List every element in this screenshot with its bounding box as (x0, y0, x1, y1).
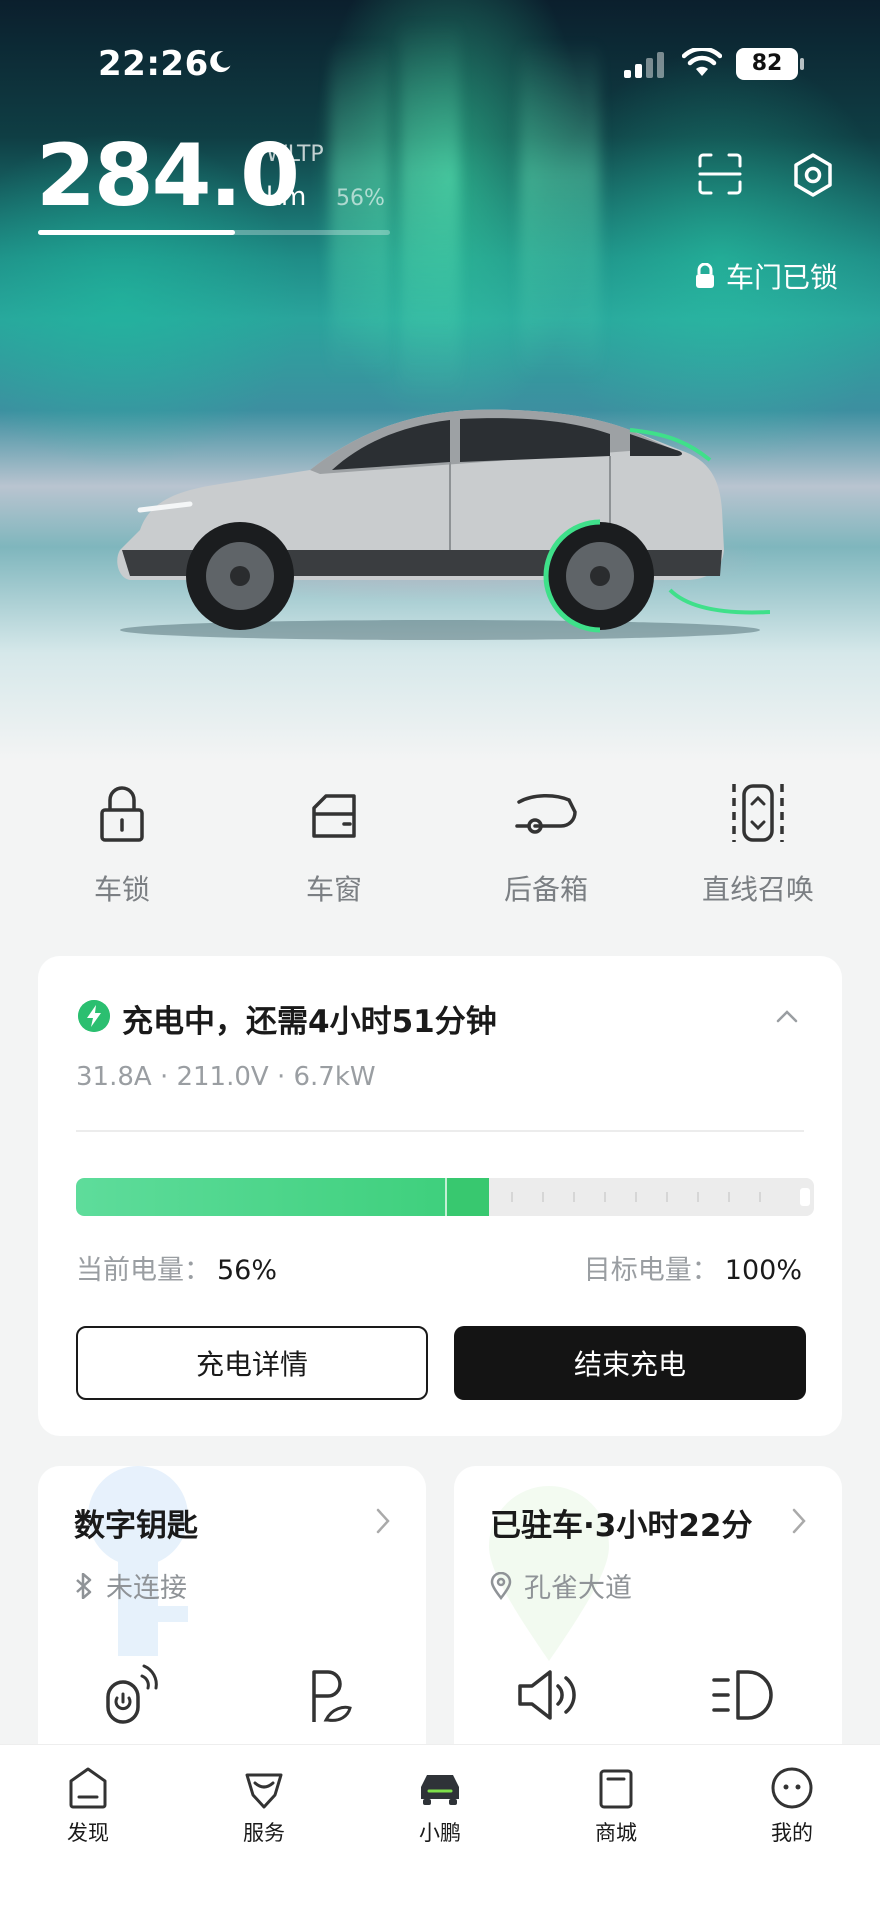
key-watermark-icon (88, 1466, 188, 1656)
parking-location-label: 孔雀大道 (524, 1573, 632, 1604)
trunk-icon (515, 794, 577, 834)
battery-indicator: 82 (736, 48, 804, 80)
vehicle-hero: 22:26 82 284.0 WLTP km 56% 车门已锁 (0, 0, 880, 760)
current-charge-value: 56% (217, 1255, 278, 1286)
remote-key-icon[interactable] (98, 1662, 164, 1728)
charging-bolt-icon (78, 1000, 110, 1032)
discover-icon (69, 1767, 107, 1809)
quick-action-label: 车锁 (93, 873, 150, 906)
progress-tick (728, 1192, 730, 1202)
car-image (117, 409, 770, 640)
range-unit: km (266, 182, 307, 212)
quick-action-label: 直线召唤 (701, 873, 814, 906)
tab-label: 服务 (243, 1821, 285, 1845)
parking-card[interactable]: 已驻车·3小时22分 孔雀大道 (454, 1466, 842, 1766)
progress-tick (666, 1192, 668, 1202)
quick-action-summon[interactable]: 直线召唤 (658, 780, 858, 908)
headlight-icon[interactable] (710, 1662, 776, 1728)
tab-profile[interactable]: 我的 (732, 1765, 852, 1847)
bluetooth-icon (76, 1572, 92, 1599)
parking-title: 已驻车·3小时22分 (490, 1508, 753, 1544)
car-icon (421, 1775, 459, 1805)
summon-icon (732, 784, 784, 842)
quick-action-label: 车窗 (305, 873, 362, 906)
bottom-tab-bar: 发现 服务 小鹏 商城 我的 (0, 1744, 880, 1912)
charge-progress-tip (445, 1178, 489, 1216)
chevron-right-icon (376, 1508, 390, 1534)
divider (76, 1130, 804, 1132)
lock-status-label: 车门已锁 (726, 261, 839, 294)
target-charge-value: 100% (724, 1255, 802, 1286)
location-pin-icon (490, 1571, 512, 1600)
profile-icon (771, 1767, 813, 1809)
progress-tick (573, 1192, 575, 1202)
wifi-icon (682, 48, 722, 76)
tab-label: 商城 (595, 1821, 637, 1845)
battery-level-fill (38, 230, 236, 235)
charging-metrics: 31.8A · 211.0V · 6.7kW (76, 1062, 376, 1092)
current-charge: 当前电量： 56% (76, 1248, 277, 1287)
lock-small-icon (696, 263, 714, 288)
quick-action-label: 后备箱 (503, 873, 588, 906)
signal-icon (624, 52, 664, 78)
charge-details-button[interactable]: 充电详情 (76, 1326, 428, 1400)
window-icon (312, 794, 356, 838)
tab-mall[interactable]: 商城 (556, 1765, 676, 1847)
progress-tick (511, 1192, 513, 1202)
range-standard: WLTP (266, 142, 324, 167)
door-lock-status: 车门已锁 (694, 256, 838, 296)
progress-tick (635, 1192, 637, 1202)
digital-key-status: 未连接 (74, 1566, 187, 1605)
chevron-right-icon (792, 1508, 806, 1534)
current-charge-label: 当前电量： (76, 1255, 211, 1286)
auto-park-icon[interactable] (298, 1662, 364, 1728)
battery-percent: 56% (336, 186, 385, 211)
target-charge-label: 目标电量： (583, 1255, 719, 1286)
tab-xpeng[interactable]: 小鹏 (380, 1765, 500, 1847)
charge-progress-bar (76, 1178, 814, 1216)
mall-icon (599, 1769, 633, 1809)
chevron-up-icon[interactable] (774, 1004, 800, 1030)
digital-key-status-label: 未连接 (106, 1573, 187, 1604)
quick-action-trunk[interactable]: 后备箱 (446, 780, 646, 908)
digital-key-title: 数字钥匙 (74, 1508, 198, 1544)
status-bar: 22:26 82 (0, 0, 880, 130)
digital-key-card[interactable]: 数字钥匙 未连接 (38, 1466, 426, 1766)
target-handle[interactable] (800, 1188, 810, 1206)
tab-label: 发现 (67, 1821, 109, 1845)
moon-icon (210, 51, 231, 73)
stop-charging-button[interactable]: 结束充电 (454, 1326, 806, 1400)
battery-level-bar (38, 230, 390, 235)
lock-icon (100, 786, 144, 842)
tab-label: 小鹏 (419, 1821, 461, 1845)
quick-actions: 车锁 车窗 后备箱 直线召唤 (0, 780, 880, 920)
scan-icon[interactable] (696, 152, 744, 196)
target-charge: 目标电量： 100% (584, 1248, 802, 1287)
settings-icon[interactable] (790, 152, 836, 198)
parking-location: 孔雀大道 (490, 1566, 632, 1605)
charging-status-title: 充电中，还需4小时51分钟 (122, 1004, 497, 1040)
progress-tick (604, 1192, 606, 1202)
status-time: 22:26 (98, 44, 209, 84)
tab-service[interactable]: 服务 (204, 1765, 324, 1847)
service-icon (245, 1773, 283, 1809)
quick-action-lock[interactable]: 车锁 (22, 780, 222, 908)
charge-progress-fill (76, 1178, 445, 1216)
progress-tick (759, 1192, 761, 1202)
range-value: 284.0 (36, 126, 300, 226)
progress-tick (697, 1192, 699, 1202)
quick-action-window[interactable]: 车窗 (234, 780, 434, 908)
progress-tick (542, 1192, 544, 1202)
tab-discover[interactable]: 发现 (28, 1765, 148, 1847)
charging-card: 充电中，还需4小时51分钟 31.8A · 211.0V · 6.7kW 当前电… (38, 956, 842, 1436)
horn-speaker-icon[interactable] (514, 1662, 580, 1728)
tab-label: 我的 (771, 1821, 813, 1845)
